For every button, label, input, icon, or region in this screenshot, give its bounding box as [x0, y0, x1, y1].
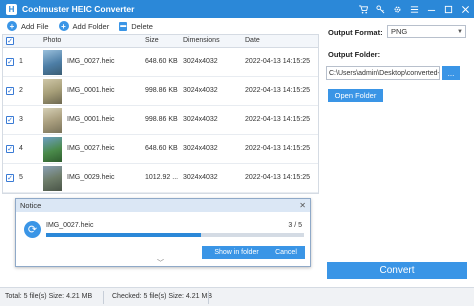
row-checkbox[interactable]: ✓ — [6, 116, 14, 124]
add-folder-button[interactable]: + Add Folder — [58, 21, 110, 31]
table-row[interactable]: ✓ 2 IMG_0001.heic 998.86 KB 3024x4032 20… — [3, 77, 318, 106]
output-format-label: Output Format: — [328, 28, 383, 37]
file-name: IMG_0027.heic — [67, 58, 115, 65]
photo-thumbnail — [43, 137, 62, 162]
browse-button[interactable]: ... — [442, 66, 460, 80]
file-name: IMG_0029.heic — [67, 174, 115, 181]
file-size: 648.60 KB — [145, 58, 178, 65]
delete-button[interactable]: ▬ Delete — [119, 21, 153, 31]
output-folder-field[interactable]: C:\Users\admin\Desktop\converted- — [326, 66, 440, 80]
file-dimensions: 3024x4032 — [183, 145, 218, 152]
convert-button[interactable]: Convert — [327, 262, 467, 279]
row-checkbox[interactable]: ✓ — [6, 174, 14, 182]
maximize-icon[interactable] — [440, 0, 457, 18]
file-dimensions: 3024x4032 — [183, 87, 218, 94]
chevron-down-icon[interactable]: ﹀ — [157, 258, 164, 268]
show-in-folder-button[interactable]: Show in folder — [202, 246, 271, 259]
photo-thumbnail — [43, 108, 62, 133]
column-photo[interactable]: Photo — [43, 37, 61, 44]
progress-fill — [46, 233, 201, 237]
row-checkbox[interactable]: ✓ — [6, 58, 14, 66]
file-date: 2022-04-13 14:15:25 — [245, 58, 310, 65]
cart-icon[interactable] — [355, 0, 372, 18]
row-number: 5 — [19, 174, 23, 181]
file-name: IMG_0001.heic — [67, 87, 115, 94]
row-number: 3 — [19, 116, 23, 123]
close-icon[interactable]: ✕ — [299, 199, 306, 212]
settings-panel: Output Format: PNG ▼ Output Folder: C:\U… — [322, 18, 474, 287]
output-format-value: PNG — [391, 27, 408, 36]
photo-thumbnail — [43, 166, 62, 191]
row-checkbox[interactable]: ✓ — [6, 87, 14, 95]
status-bar: Total: 5 file(s) Size: 4.21 MB Checked: … — [0, 287, 474, 306]
photo-thumbnail — [43, 50, 62, 75]
open-folder-button[interactable]: Open Folder — [328, 89, 383, 102]
status-divider — [103, 291, 104, 304]
key-icon[interactable] — [372, 0, 389, 18]
table-row[interactable]: ✓ 1 IMG_0027.heic 648.60 KB 3024x4032 20… — [3, 48, 318, 77]
table-row[interactable]: ✓ 4 IMG_0027.heic 648.60 KB 3024x4032 20… — [3, 135, 318, 164]
photo-thumbnail — [43, 79, 62, 104]
add-file-label: Add File — [21, 21, 49, 31]
file-date: 2022-04-13 14:15:25 — [245, 87, 310, 94]
progress-count: 3 / 5 — [288, 222, 302, 229]
add-file-button[interactable]: + Add File — [7, 21, 49, 31]
row-number: 1 — [19, 58, 23, 65]
output-folder-label: Output Folder: — [328, 50, 381, 59]
output-folder-path: C:\Users\admin\Desktop\converted- — [329, 69, 440, 77]
row-number: 4 — [19, 145, 23, 152]
column-date[interactable]: Date — [245, 37, 260, 44]
chevron-down-icon: ▼ — [457, 29, 463, 35]
delete-icon: ▬ — [119, 21, 128, 31]
file-size: 998.86 KB — [145, 116, 178, 123]
notice-header: Notice ✕ — [16, 199, 310, 212]
file-date: 2022-04-13 14:15:25 — [245, 174, 310, 181]
delete-label: Delete — [131, 21, 153, 31]
file-size: 998.86 KB — [145, 87, 178, 94]
table-header: ✓ Photo Size Dimensions Date — [3, 35, 318, 48]
current-file-name: IMG_0027.heic — [46, 222, 94, 229]
notice-dialog: Notice ✕ ⟳ IMG_0027.heic 3 / 5 Show in f… — [15, 198, 311, 267]
add-folder-icon: + — [58, 21, 69, 31]
column-dimensions[interactable]: Dimensions — [183, 37, 220, 44]
file-dimensions: 3024x4032 — [183, 58, 218, 65]
row-checkbox[interactable]: ✓ — [6, 145, 14, 153]
status-divider — [208, 291, 209, 304]
status-checked: Checked: 5 file(s) Size: 4.21 MB — [112, 293, 212, 300]
progress-bar — [46, 233, 304, 237]
app-logo: H — [6, 3, 17, 15]
file-name: IMG_0001.heic — [67, 116, 115, 123]
file-date: 2022-04-13 14:15:25 — [245, 145, 310, 152]
file-dimensions: 3024x4032 — [183, 116, 218, 123]
status-total: Total: 5 file(s) Size: 4.21 MB — [5, 293, 93, 300]
add-file-icon: + — [7, 21, 17, 31]
column-size[interactable]: Size — [145, 37, 159, 44]
row-number: 2 — [19, 87, 23, 94]
file-size: 648.60 KB — [145, 145, 178, 152]
file-date: 2022-04-13 14:15:25 — [245, 116, 310, 123]
close-icon[interactable] — [457, 0, 474, 18]
cancel-button[interactable]: Cancel — [267, 246, 305, 259]
file-size: 1012.92 ... — [145, 174, 179, 181]
table-row[interactable]: ✓ 3 IMG_0001.heic 998.86 KB 3024x4032 20… — [3, 106, 318, 135]
file-table: ✓ Photo Size Dimensions Date ✓ 1 IMG_002… — [2, 34, 319, 194]
output-format-select[interactable]: PNG ▼ — [387, 25, 466, 38]
table-row[interactable]: ✓ 5 IMG_0029.heic 1012.92 ... 3024x4032 … — [3, 164, 318, 193]
select-all-checkbox[interactable]: ✓ — [6, 37, 14, 45]
minimize-icon[interactable] — [423, 0, 440, 18]
add-folder-label: Add Folder — [72, 21, 110, 31]
notice-title: Notice — [20, 201, 42, 210]
toolbar: + Add File + Add Folder ▬ Delete — [0, 18, 322, 34]
settings-icon[interactable] — [389, 0, 406, 18]
window-title: Coolmuster HEIC Converter — [22, 4, 135, 14]
menu-icon[interactable] — [406, 0, 423, 18]
refresh-icon: ⟳ — [24, 221, 41, 238]
title-bar: H Coolmuster HEIC Converter — [0, 0, 474, 18]
file-name: IMG_0027.heic — [67, 145, 115, 152]
file-dimensions: 3024x4032 — [183, 174, 218, 181]
